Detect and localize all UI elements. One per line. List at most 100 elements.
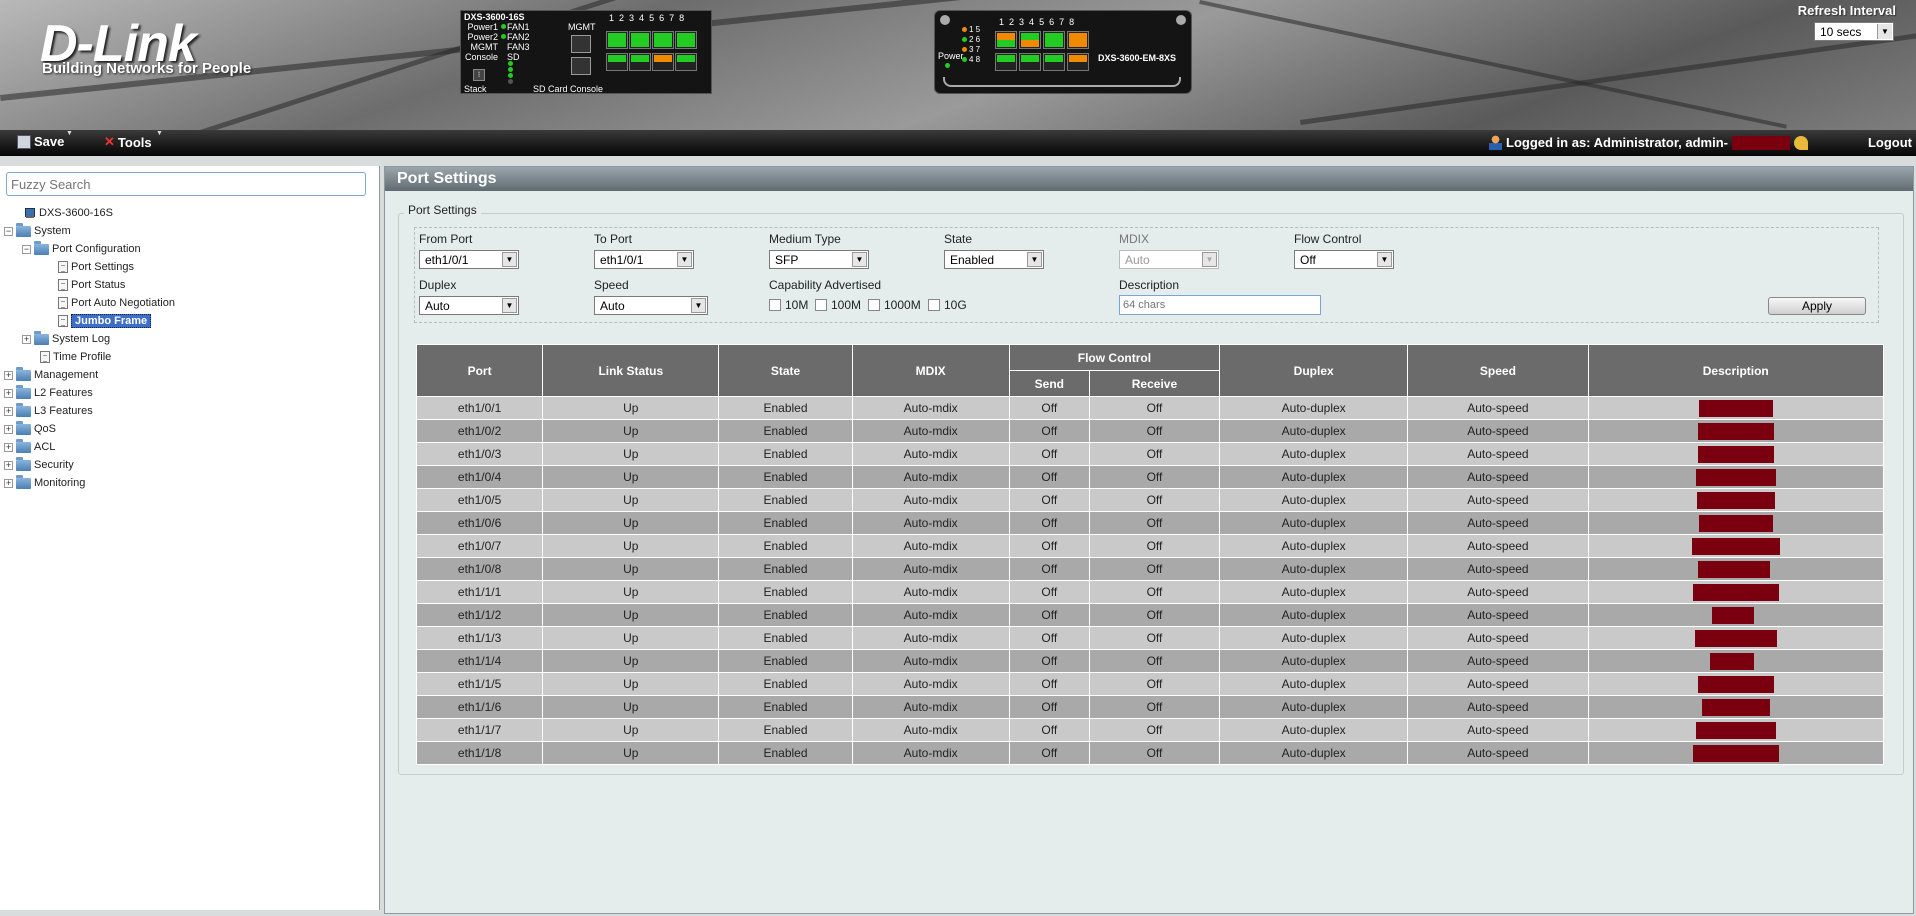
main-port-2-6[interactable] xyxy=(629,31,651,49)
expand-icon[interactable]: + xyxy=(4,460,13,470)
capability-1000m-checkbox[interactable]: 1000M xyxy=(868,298,921,312)
tree-jumbo-frame[interactable]: Jumbo Frame xyxy=(58,313,152,329)
refresh-interval-select[interactable]: 10 secs ▼ xyxy=(1814,22,1894,41)
table-row[interactable]: eth1/1/8 Up Enabled Auto-mdix Off Off Auto-dup… xyxy=(415,741,1885,765)
exp-port-b[interactable] xyxy=(1019,53,1041,71)
table-row[interactable]: eth1/1/2 Up Enabled Auto-mdix Off Off Auto-dup… xyxy=(415,603,1885,627)
table-row[interactable]: eth1/1/4 Up Enabled Auto-mdix Off Off Auto-dup… xyxy=(415,649,1885,673)
exp-port-a[interactable] xyxy=(995,53,1017,71)
mgmt-port[interactable] xyxy=(571,35,591,53)
tree-port-status[interactable]: Port Status xyxy=(58,277,125,293)
tree-qos[interactable]: + QoS xyxy=(4,420,56,437)
save-menu[interactable]: Save xyxy=(17,134,64,149)
table-row[interactable]: eth1/0/1 Up Enabled Auto-mdix Off Off Auto-dup… xyxy=(415,396,1885,420)
table-row[interactable]: eth1/1/1 Up Enabled Auto-mdix Off Off Auto-dup… xyxy=(415,580,1885,604)
main-port-1-5[interactable] xyxy=(606,31,628,49)
fuzzy-search-input[interactable] xyxy=(6,172,366,196)
main-port-d[interactable] xyxy=(675,53,697,71)
col-header-send[interactable]: Send xyxy=(1008,370,1090,397)
collapse-icon[interactable]: − xyxy=(4,226,13,236)
expand-icon[interactable]: + xyxy=(4,406,13,416)
tree-system-log[interactable]: + System Log xyxy=(22,330,110,347)
col-header-receive[interactable]: Receive xyxy=(1088,370,1221,397)
apply-button[interactable]: Apply xyxy=(1768,297,1866,315)
state-select[interactable]: Enabled ▼ xyxy=(944,250,1044,269)
key-icon[interactable] xyxy=(1794,135,1808,150)
console-port[interactable] xyxy=(571,57,591,75)
table-row[interactable]: eth1/0/2 Up Enabled Auto-mdix Off Off Auto-dup… xyxy=(415,419,1885,443)
table-row[interactable]: eth1/0/6 Up Enabled Auto-mdix Off Off Auto-dup… xyxy=(415,511,1885,535)
main-port-b[interactable] xyxy=(629,53,651,71)
tree-port-configuration[interactable]: − Port Configuration xyxy=(22,240,141,257)
capability-advertised-label: Capability Advertised xyxy=(769,278,882,292)
exp-port-3-7[interactable] xyxy=(1043,31,1065,49)
device-expansion-panel[interactable]: 12345678 1 5 2 6 3 7 4 8 Power DXS-3600-… xyxy=(934,10,1192,94)
tree-monitoring[interactable]: + Monitoring xyxy=(4,474,85,491)
exp-port-1-5[interactable] xyxy=(995,31,1017,49)
exp-port-c[interactable] xyxy=(1043,53,1065,71)
table-row[interactable]: eth1/0/8 Up Enabled Auto-mdix Off Off Auto-dup… xyxy=(415,557,1885,581)
mgmt-port-label: MGMT xyxy=(568,22,596,32)
exp-port-d[interactable] xyxy=(1067,53,1089,71)
capability-100m-checkbox[interactable]: 100M xyxy=(815,298,861,312)
duplex-select[interactable]: Auto ▼ xyxy=(419,296,519,315)
device-main-panel[interactable]: DXS-3600-16S Power1 Power2 MGMT Console … xyxy=(460,10,712,94)
capability-10m-checkbox[interactable]: 10M xyxy=(769,298,808,312)
col-header-speed[interactable]: Speed xyxy=(1407,344,1589,397)
expand-icon[interactable]: + xyxy=(4,370,13,380)
main-port-c[interactable] xyxy=(652,53,674,71)
expand-icon[interactable]: + xyxy=(4,388,13,398)
cell-send: Off xyxy=(1008,603,1090,627)
flow-control-select[interactable]: Off ▼ xyxy=(1294,250,1394,269)
tree-l2-features[interactable]: + L2 Features xyxy=(4,384,93,401)
logout-link[interactable]: Logout xyxy=(1868,135,1912,150)
tree-security[interactable]: + Security xyxy=(4,456,74,473)
tree-system[interactable]: − System xyxy=(4,222,71,239)
col-header-state[interactable]: State xyxy=(718,344,853,397)
collapse-icon[interactable]: − xyxy=(22,244,31,254)
cell-receive: Off xyxy=(1088,626,1221,650)
tree-management[interactable]: + Management xyxy=(4,366,98,383)
tree-acl[interactable]: + ACL xyxy=(4,438,55,455)
col-header-link-status[interactable]: Link Status xyxy=(542,344,720,397)
from-port-select[interactable]: eth1/0/1 ▼ xyxy=(419,250,519,269)
expand-icon[interactable]: + xyxy=(4,424,13,434)
col-header-duplex[interactable]: Duplex xyxy=(1219,344,1409,397)
cell-mdix: Auto-mdix xyxy=(851,603,1010,627)
cell-description xyxy=(1587,626,1885,650)
medium-type-select[interactable]: SFP ▼ xyxy=(769,250,869,269)
col-header-port[interactable]: Port xyxy=(415,344,544,397)
main-port-3-7[interactable] xyxy=(652,31,674,49)
speed-select[interactable]: Auto ▼ xyxy=(594,296,708,315)
col-header-mdix[interactable]: MDIX xyxy=(851,344,1010,397)
col-header-description[interactable]: Description xyxy=(1587,344,1885,397)
main-port-4-8[interactable] xyxy=(675,31,697,49)
table-row[interactable]: eth1/0/4 Up Enabled Auto-mdix Off Off Auto-dup… xyxy=(415,465,1885,489)
tree-time-profile[interactable]: Time Profile xyxy=(40,349,111,365)
cell-port: eth1/0/3 xyxy=(415,442,544,466)
main-port-a[interactable] xyxy=(606,53,628,71)
table-row[interactable]: eth1/1/7 Up Enabled Auto-mdix Off Off Auto-dup… xyxy=(415,718,1885,742)
table-row[interactable]: eth1/0/5 Up Enabled Auto-mdix Off Off Auto-dup… xyxy=(415,488,1885,512)
tree-l3-features[interactable]: + L3 Features xyxy=(4,402,93,419)
table-row[interactable]: eth1/1/3 Up Enabled Auto-mdix Off Off Auto-dup… xyxy=(415,626,1885,650)
tree-root-device[interactable]: DXS-3600-16S xyxy=(24,205,113,221)
table-row[interactable]: eth1/1/5 Up Enabled Auto-mdix Off Off Auto-dup… xyxy=(415,672,1885,696)
mdix-select[interactable]: Auto ▼ xyxy=(1119,250,1219,269)
description-input[interactable] xyxy=(1119,295,1321,315)
stack-button[interactable]: ⁝ xyxy=(473,69,485,81)
table-row[interactable]: eth1/0/7 Up Enabled Auto-mdix Off Off Auto-dup… xyxy=(415,534,1885,558)
exp-port-4-8[interactable] xyxy=(1067,31,1089,49)
capability-10g-checkbox[interactable]: 10G xyxy=(928,298,967,312)
to-port-select[interactable]: eth1/0/1 ▼ xyxy=(594,250,694,269)
tree-port-settings[interactable]: Port Settings xyxy=(58,259,134,275)
expand-icon[interactable]: + xyxy=(4,478,13,488)
expand-icon[interactable]: + xyxy=(22,334,31,344)
table-row[interactable]: eth1/1/6 Up Enabled Auto-mdix Off Off Auto-dup… xyxy=(415,695,1885,719)
expand-icon[interactable]: + xyxy=(4,442,13,452)
tree-port-auto-negotiation[interactable]: Port Auto Negotiation xyxy=(58,295,175,311)
table-row[interactable]: eth1/0/3 Up Enabled Auto-mdix Off Off Auto-dup… xyxy=(415,442,1885,466)
exp-port-2-6[interactable] xyxy=(1019,31,1041,49)
cell-port: eth1/0/5 xyxy=(415,488,544,512)
tools-menu[interactable]: ✕ Tools xyxy=(104,134,152,150)
